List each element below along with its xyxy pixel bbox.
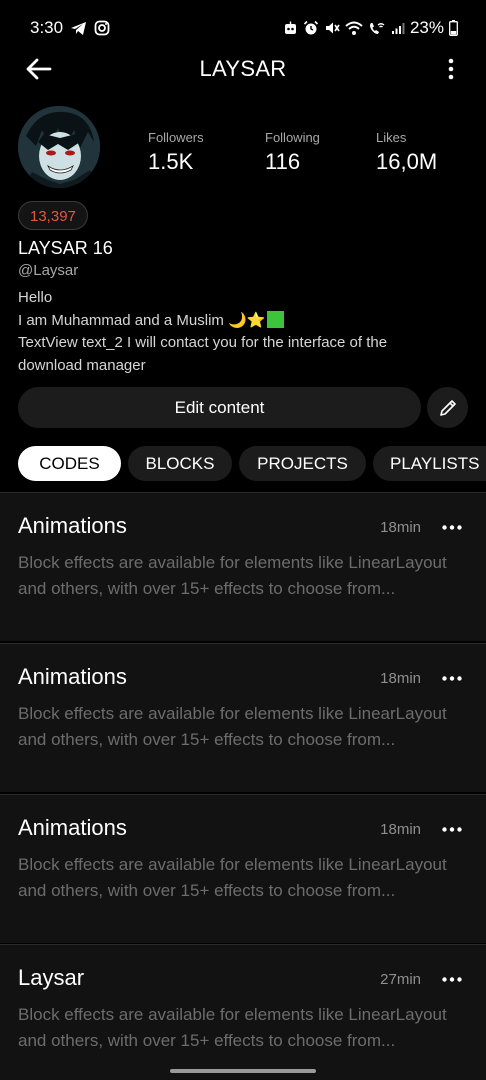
more-horizontal-icon[interactable] (440, 819, 464, 839)
bio-line: Hello (18, 289, 53, 306)
post-card[interactable]: Laysar 27min Block effects are available… (0, 944, 486, 1080)
profile-handle: @Laysar (18, 262, 79, 279)
bio-line: TextView text_2 I will contact you for t… (18, 334, 388, 351)
tab-projects[interactable]: PROJECTS (239, 446, 366, 481)
post-description: Block effects are available for elements… (18, 704, 447, 749)
post-card[interactable]: Animations 18min Block effects are avail… (0, 492, 486, 641)
telegram-icon (70, 21, 87, 36)
stat-label: Followers (148, 130, 204, 145)
home-indicator[interactable] (170, 1069, 316, 1073)
post-card[interactable]: Animations 18min Block effects are avail… (0, 794, 486, 943)
edit-row: Edit content (18, 387, 468, 429)
post-title: Animations (18, 664, 127, 689)
edit-content-button[interactable]: Edit content (18, 387, 421, 428)
post-time: 18min (380, 670, 421, 687)
alarm-icon (303, 20, 319, 36)
profile-name: LAYSAR 16 (18, 238, 113, 258)
status-right: 23% (283, 18, 458, 38)
post-description: Block effects are available for elements… (18, 855, 447, 900)
arrow-left-icon[interactable] (24, 54, 54, 84)
instagram-icon (94, 20, 110, 36)
tab-playlists[interactable]: PLAYLISTS (373, 446, 486, 481)
signal-icon (391, 21, 405, 35)
post-description: Block effects are available for elements… (18, 1005, 447, 1050)
stat-followers[interactable]: Followers 1.5K (148, 130, 204, 175)
bio-text: I am Muhammad and a Muslim (18, 311, 229, 329)
post-time: 18min (380, 821, 421, 838)
status-time: 3:30 (30, 18, 64, 37)
more-vertical-icon[interactable] (436, 54, 466, 84)
more-horizontal-icon[interactable] (440, 517, 464, 537)
app-bar: LAYSAR (0, 44, 486, 94)
wifi-icon (345, 21, 363, 36)
stat-following[interactable]: Following 116 (265, 130, 320, 175)
status-left: 3:30 (30, 18, 110, 38)
post-title: Animations (18, 513, 127, 538)
more-horizontal-icon[interactable] (440, 969, 464, 989)
post-title: Laysar (18, 965, 85, 990)
points-badge: 13,397 (18, 201, 88, 230)
post-time: 27min (380, 971, 421, 988)
stat-label: Likes (376, 130, 407, 145)
stat-value: 1.5K (148, 149, 194, 174)
post-card[interactable]: Animations 18min Block effects are avail… (0, 643, 486, 792)
profile-bio: Hello I am Muhammad and a Muslim 🌙⭐ Text… (18, 287, 458, 377)
stat-value: 116 (265, 149, 301, 174)
stat-likes[interactable]: Likes 16,0M (376, 130, 437, 175)
stat-label: Following (265, 130, 320, 145)
wifi-call-icon (368, 21, 386, 36)
profile-stats: Followers 1.5K Following 116 Likes 16,0M (0, 130, 486, 180)
tab-codes[interactable]: CODES (18, 446, 121, 481)
stat-value: 16,0M (376, 149, 438, 174)
page-title: LAYSAR (199, 56, 287, 81)
robot-icon (283, 21, 298, 36)
mute-icon (324, 20, 340, 36)
bio-line: I am Muhammad and a Muslim 🌙⭐ (18, 310, 458, 333)
more-horizontal-icon[interactable] (440, 668, 464, 688)
pencil-icon (438, 398, 458, 418)
moon-emoji: 🌙 (228, 311, 247, 329)
post-title: Animations (18, 815, 127, 840)
battery-percent: 23% (409, 18, 444, 37)
green-square-emoji (267, 310, 285, 328)
edit-profile-button[interactable] (427, 387, 468, 428)
bio-line: download manager (18, 356, 146, 374)
post-description: Block effects are available for elements… (18, 553, 447, 598)
star-emoji: ⭐ (246, 311, 266, 329)
post-time: 18min (380, 519, 421, 536)
tab-blocks[interactable]: BLOCKS (128, 446, 232, 481)
content-tabs: CODES BLOCKS PROJECTS PLAYLISTS (18, 446, 486, 481)
battery-icon (449, 20, 458, 36)
